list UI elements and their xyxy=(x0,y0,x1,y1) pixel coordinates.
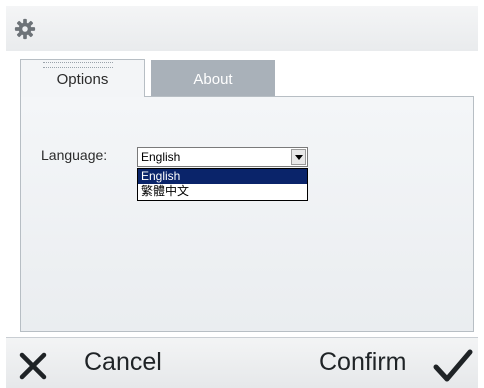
language-option-english[interactable]: English xyxy=(138,169,307,184)
language-select[interactable]: English xyxy=(137,147,308,167)
checkmark-icon[interactable] xyxy=(433,349,473,383)
footer-bar: Cancel Confirm xyxy=(6,337,478,388)
tab-grip xyxy=(43,62,113,68)
settings-content: About Options Language: English English … xyxy=(6,51,478,337)
options-panel: Language: English English 繁體中文 xyxy=(20,96,474,332)
tab-options-label: Options xyxy=(56,71,109,88)
gear-icon[interactable] xyxy=(14,18,36,40)
cancel-button[interactable]: Cancel xyxy=(84,348,162,377)
language-label: Language: xyxy=(41,147,108,163)
tab-about-label: About xyxy=(193,71,233,88)
language-dropdown-list: English 繁體中文 xyxy=(137,168,308,201)
confirm-button[interactable]: Confirm xyxy=(319,348,407,377)
tab-options[interactable]: Options xyxy=(20,59,145,97)
language-option-traditional-chinese[interactable]: 繁體中文 xyxy=(138,184,307,199)
close-icon[interactable] xyxy=(18,351,48,381)
title-bar xyxy=(6,6,478,52)
language-select-value: English xyxy=(141,150,181,164)
chevron-down-icon[interactable] xyxy=(291,149,306,165)
tab-about[interactable]: About xyxy=(151,60,275,97)
